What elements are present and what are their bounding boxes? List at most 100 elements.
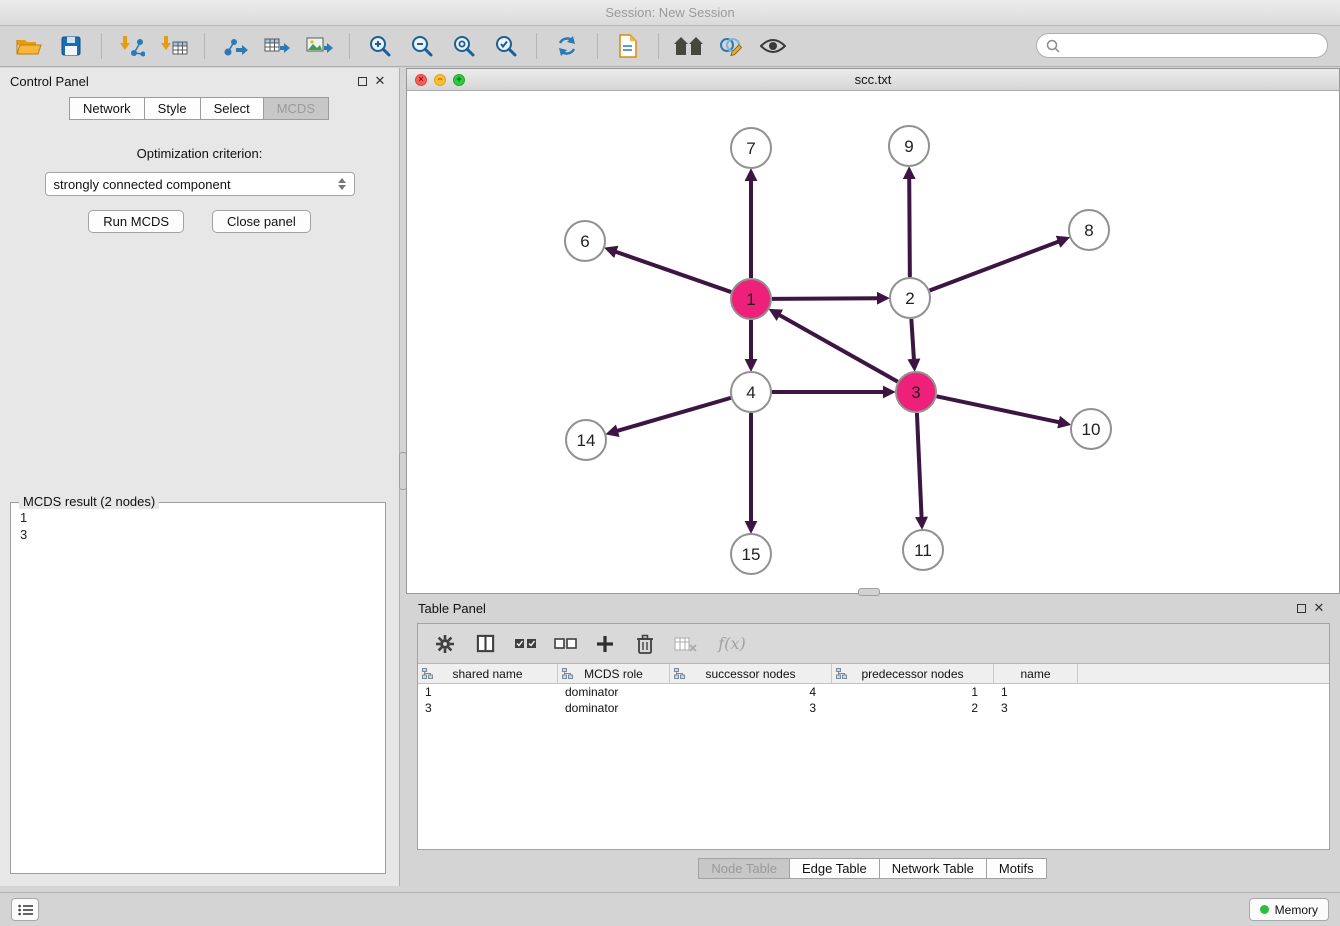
graph-edge-3-11[interactable] [917,413,922,519]
network-overview-button[interactable] [670,30,708,62]
apply-style-icon [718,34,744,58]
zoom-in-button[interactable] [361,30,399,62]
close-panel-button[interactable]: Close panel [212,210,311,233]
zoom-selected-button[interactable] [487,30,525,62]
table-panel-float-button[interactable] [1292,599,1310,617]
column-header-filler [1078,664,1329,683]
search-box[interactable] [1036,33,1328,58]
tab-mcds[interactable]: MCDS [263,97,329,120]
graph-edge-3-10[interactable] [937,396,1061,422]
zoom-out-button[interactable] [403,30,441,62]
export-table-icon [264,34,291,58]
column-header-mcds-role[interactable]: MCDS role [558,664,670,683]
window-minimize-icon[interactable]: − [434,74,446,86]
tab-motifs[interactable]: Motifs [986,858,1047,879]
delete-column-button[interactable] [630,629,660,659]
graph-node-11[interactable]: 11 [903,530,943,570]
table-row[interactable]: 3 dominator 3 2 3 [418,700,1329,716]
graph-node-15[interactable]: 15 [731,534,771,574]
column-header-predecessor-nodes[interactable]: predecessor nodes [832,664,994,683]
show-hide-icon [760,37,786,55]
tab-style[interactable]: Style [144,97,201,120]
tab-network-table[interactable]: Network Table [879,858,987,879]
cell-successor-nodes[interactable]: 4 [670,684,832,700]
graph-node-7[interactable]: 7 [731,128,771,168]
search-input[interactable] [1065,39,1318,53]
graph-edge-4-14[interactable] [616,398,731,431]
tab-edge-table[interactable]: Edge Table [789,858,880,879]
cell-shared-name[interactable]: 3 [418,700,558,716]
table-settings-button[interactable] [430,629,460,659]
column-header-successor-nodes[interactable]: successor nodes [670,664,832,683]
memory-status-icon [1260,905,1269,914]
cell-name[interactable]: 1 [994,684,1078,700]
close-icon: ✕ [375,73,386,89]
apply-style-button[interactable] [712,30,750,62]
memory-button[interactable]: Memory [1249,898,1329,921]
memory-label: Memory [1275,903,1318,917]
mcds-result-list[interactable]: 1 3 [11,503,385,549]
graph-node-10[interactable]: 10 [1071,409,1111,449]
graph-edge-3-1[interactable] [778,314,898,381]
zoom-fit-button[interactable] [445,30,483,62]
cell-shared-name[interactable]: 1 [418,684,558,700]
table-row[interactable]: 1 dominator 4 1 1 [418,684,1329,700]
graph-node-2[interactable]: 2 [890,278,930,318]
graph-node-3[interactable]: 3 [896,372,936,412]
function-builder-button[interactable]: f(x) [710,629,754,659]
cell-successor-nodes[interactable]: 3 [670,700,832,716]
delete-table-button[interactable] [670,629,700,659]
select-all-columns-button[interactable] [510,629,540,659]
optimization-criterion-select[interactable]: strongly connected component [45,172,355,196]
copy-view-button[interactable] [609,30,647,62]
cell-mcds-role[interactable]: dominator [558,684,670,700]
cell-mcds-role[interactable]: dominator [558,700,670,716]
save-session-button[interactable] [52,30,90,62]
graph-edge-1-6[interactable] [614,251,731,292]
mcds-result-item[interactable]: 1 [20,509,376,526]
graph-node-1[interactable]: 1 [731,279,771,319]
graph-edge-2-8[interactable] [930,241,1060,291]
graph-edge-1-2[interactable] [772,298,879,299]
delete-table-icon [674,635,697,653]
graph-node-14[interactable]: 14 [566,420,606,460]
graph-edge-2-3[interactable] [911,319,914,361]
window-zoom-icon[interactable]: + [453,74,465,86]
task-history-button[interactable] [11,898,39,921]
control-panel-close-button[interactable]: ✕ [371,72,389,90]
column-header-shared-name[interactable]: shared name [418,664,558,683]
show-columns-button[interactable] [470,629,500,659]
graph-node-9[interactable]: 9 [889,126,929,166]
graph-node-6[interactable]: 6 [565,221,605,261]
tab-select[interactable]: Select [200,97,264,120]
cell-predecessor-nodes[interactable]: 2 [832,700,994,716]
cell-predecessor-nodes[interactable]: 1 [832,684,994,700]
graph-node-label: 15 [742,545,761,564]
refresh-button[interactable] [548,30,586,62]
export-table-button[interactable] [258,30,296,62]
window-close-icon[interactable]: × [415,74,427,86]
control-panel-float-button[interactable] [353,72,371,90]
export-image-button[interactable] [300,30,338,62]
show-hide-button[interactable] [754,30,792,62]
network-canvas[interactable]: 7 9 6 8 1 2 4 3 14 10 15 11 [407,91,1339,593]
create-column-button[interactable] [590,629,620,659]
open-file-button[interactable] [10,30,48,62]
table-panel-close-button[interactable]: ✕ [1310,599,1328,617]
network-table-splitter-handle[interactable] [858,588,880,596]
tab-node-table[interactable]: Node Table [698,858,790,879]
graph-edge-2-9[interactable] [909,177,910,277]
export-network-button[interactable] [216,30,254,62]
toolbar-separator [658,33,659,59]
graph-node-4[interactable]: 4 [731,372,771,412]
import-network-button[interactable] [113,30,151,62]
column-header-name[interactable]: name [994,664,1078,683]
import-table-button[interactable] [155,30,193,62]
run-mcds-button[interactable]: Run MCDS [88,210,184,233]
network-window-titlebar[interactable]: scc.txt × − + [407,69,1339,91]
unselect-all-columns-button[interactable] [550,629,580,659]
tab-network[interactable]: Network [69,97,145,120]
mcds-result-item[interactable]: 3 [20,526,376,543]
cell-name[interactable]: 3 [994,700,1078,716]
graph-node-8[interactable]: 8 [1069,210,1109,250]
